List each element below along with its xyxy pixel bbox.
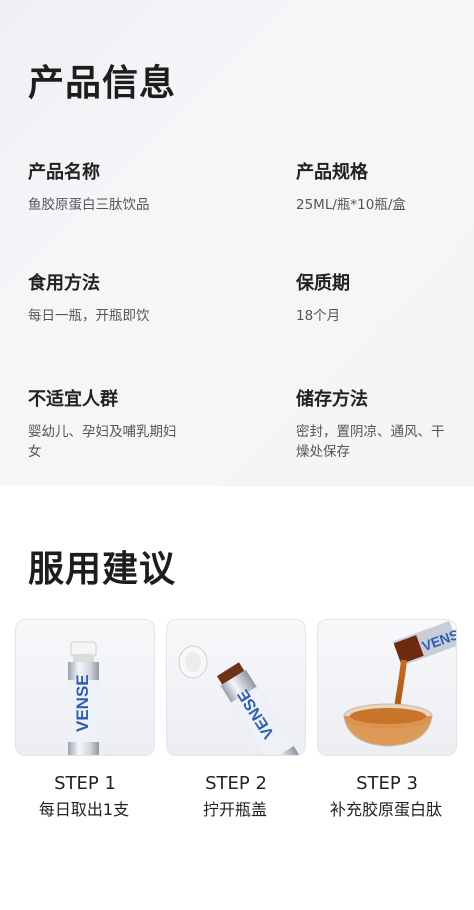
step-2-description: 拧开瓶盖 — [202, 800, 267, 819]
step-3-label: STEP 3 — [356, 773, 418, 794]
field-value: 鱼胶原蛋白三肽饮品 — [28, 197, 150, 213]
field-usage-method: 食用方法 每日一瓶，开瓶即饮 — [28, 272, 178, 326]
usage-title: 服用建议 — [28, 549, 177, 590]
field-label: 储存方法 — [296, 389, 368, 410]
field-unsuitable-groups: 不适宜人群 婴幼儿、孕妇及哺乳期妇女 — [28, 388, 178, 462]
step-2-label: STEP 2 — [205, 773, 267, 794]
vial-upright-icon: VENSE — [68, 641, 99, 755]
field-value: 密封，置阴凉、通风、干燥处保存 — [296, 424, 445, 460]
field-label: 食用方法 — [28, 273, 100, 294]
field-value: 18个月 — [296, 308, 341, 324]
step-1-label: STEP 1 — [54, 773, 116, 794]
step-1-description: 每日取出1支 — [38, 800, 130, 819]
field-label: 产品规格 — [296, 162, 368, 183]
field-value: 25ML/瓶*10瓶/盒 — [296, 197, 406, 213]
product-info-title: 产品信息 — [28, 63, 177, 104]
field-product-name: 产品名称 鱼胶原蛋白三肽饮品 — [28, 161, 178, 215]
field-shelf-life: 保质期 18个月 — [296, 272, 446, 326]
step-3-description: 补充胶原蛋白肽 — [329, 800, 442, 819]
brand-logo: VENSE — [73, 674, 92, 732]
field-label: 产品名称 — [28, 162, 100, 183]
field-label: 不适宜人群 — [28, 389, 118, 410]
step-1-image: VENSE — [15, 619, 155, 756]
field-storage: 储存方法 密封，置阴凉、通风、干燥处保存 — [296, 388, 446, 462]
step-2-image: VENSE — [166, 619, 306, 756]
field-product-spec: 产品规格 25ML/瓶*10瓶/盒 — [296, 161, 446, 215]
product-info-section: 产品信息 产品名称 鱼胶原蛋白三肽饮品 产品规格 25ML/瓶*10瓶/盒 食用… — [0, 0, 474, 486]
vial-cap-open-icon: VENSE — [178, 645, 299, 755]
field-label: 保质期 — [296, 273, 350, 294]
vial-pouring-icon: VENSE — [343, 620, 456, 747]
step-3-image: VENSE — [317, 619, 457, 756]
field-value: 每日一瓶，开瓶即饮 — [28, 308, 150, 324]
field-value: 婴幼儿、孕妇及哺乳期妇女 — [28, 424, 177, 460]
